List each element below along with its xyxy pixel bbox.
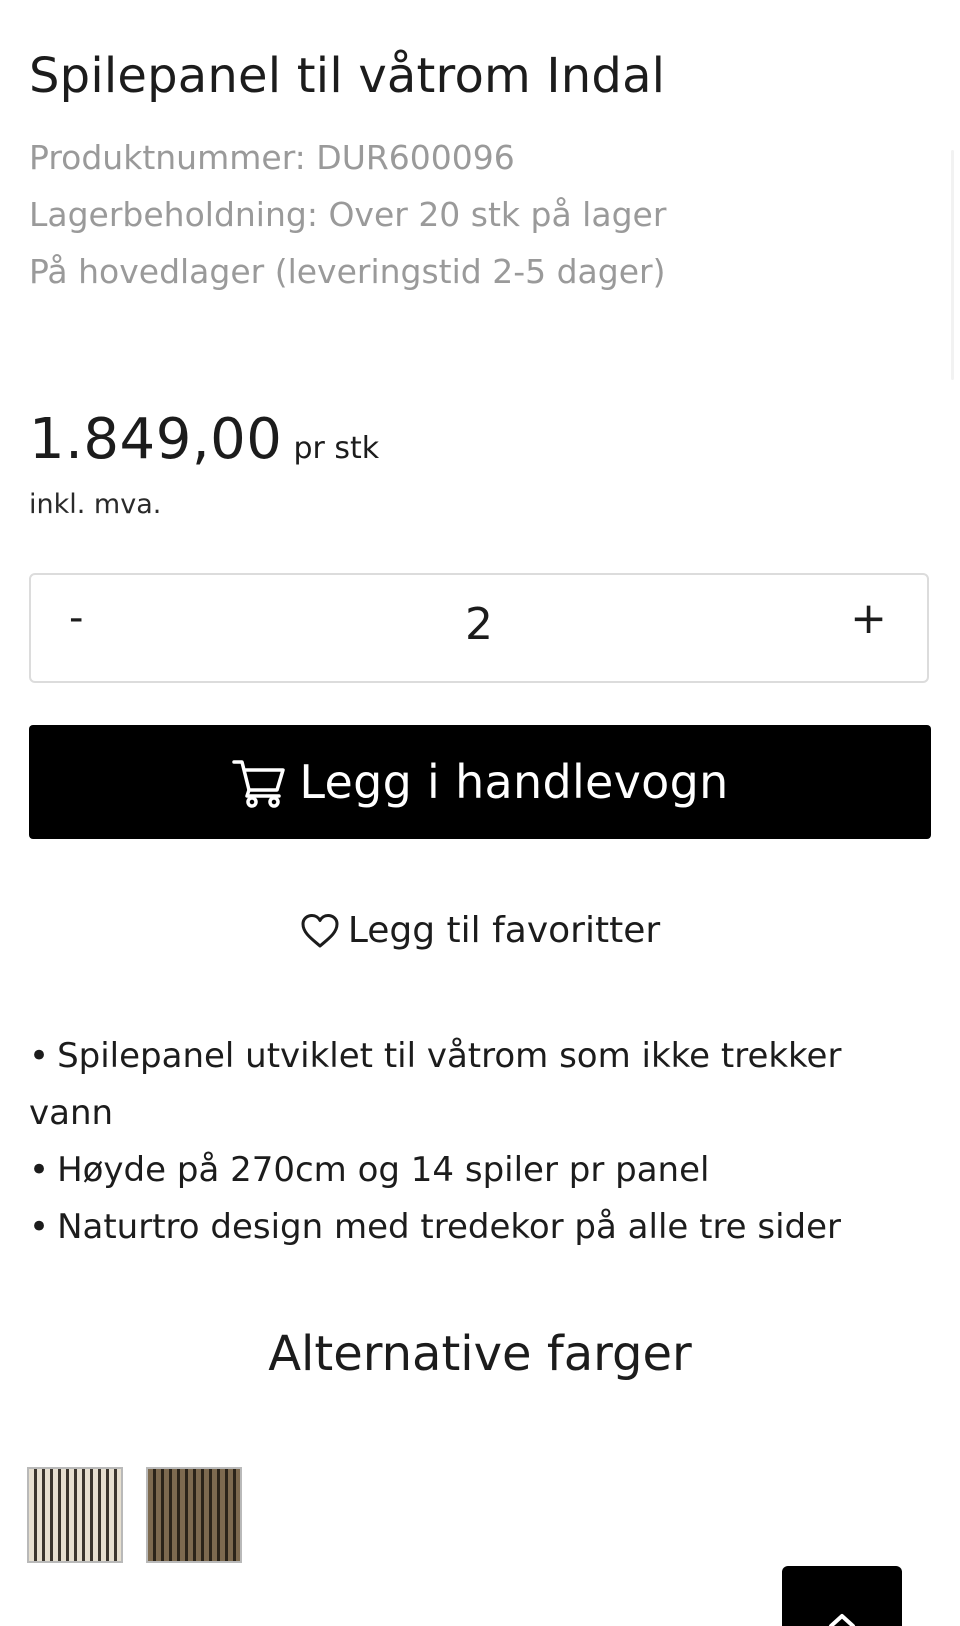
price-row: 1.849,00 pr stk (29, 407, 379, 472)
add-to-cart-label: Legg i handlevogn (299, 755, 729, 809)
scroll-indicator[interactable] (951, 150, 954, 380)
feature-list: Spilepanel utviklet til våtrom som ikke … (29, 1028, 929, 1256)
price-unit: pr stk (293, 431, 380, 466)
back-to-top-button[interactable] (782, 1566, 902, 1626)
alternative-colors-heading: Alternative farger (268, 1326, 692, 1382)
add-to-cart-button[interactable]: Legg i handlevogn (29, 725, 931, 839)
add-to-favorites-label: Legg til favoritter (347, 910, 661, 951)
heart-icon (300, 913, 340, 949)
color-swatch-dark-oak[interactable] (146, 1467, 242, 1563)
add-to-favorites-button[interactable]: Legg til favoritter (0, 910, 960, 951)
stock-status: Lagerbeholdning: Over 20 stk på lager (29, 195, 667, 234)
quantity-input[interactable]: 2 (31, 599, 927, 650)
delivery-info: På hovedlager (leveringstid 2-5 dager) (29, 252, 666, 291)
cart-icon (231, 756, 287, 808)
chevron-up-icon (829, 1614, 855, 1626)
increase-quantity-button[interactable]: + (850, 593, 887, 644)
feature-item: Naturtro design med tredekor på alle tre… (29, 1199, 929, 1256)
color-swatch-light-oak[interactable] (27, 1467, 123, 1563)
product-number: Produktnummer: DUR600096 (29, 138, 515, 177)
feature-item: Spilepanel utviklet til våtrom som ikke … (29, 1028, 929, 1142)
decrease-quantity-button[interactable]: - (69, 595, 83, 641)
product-title: Spilepanel til våtrom Indal (29, 48, 666, 104)
quantity-stepper[interactable]: - 2 + (29, 573, 929, 683)
vat-note: inkl. mva. (29, 489, 162, 520)
feature-item: Høyde på 270cm og 14 spiler pr panel (29, 1142, 929, 1199)
price-value: 1.849,00 (29, 407, 283, 472)
